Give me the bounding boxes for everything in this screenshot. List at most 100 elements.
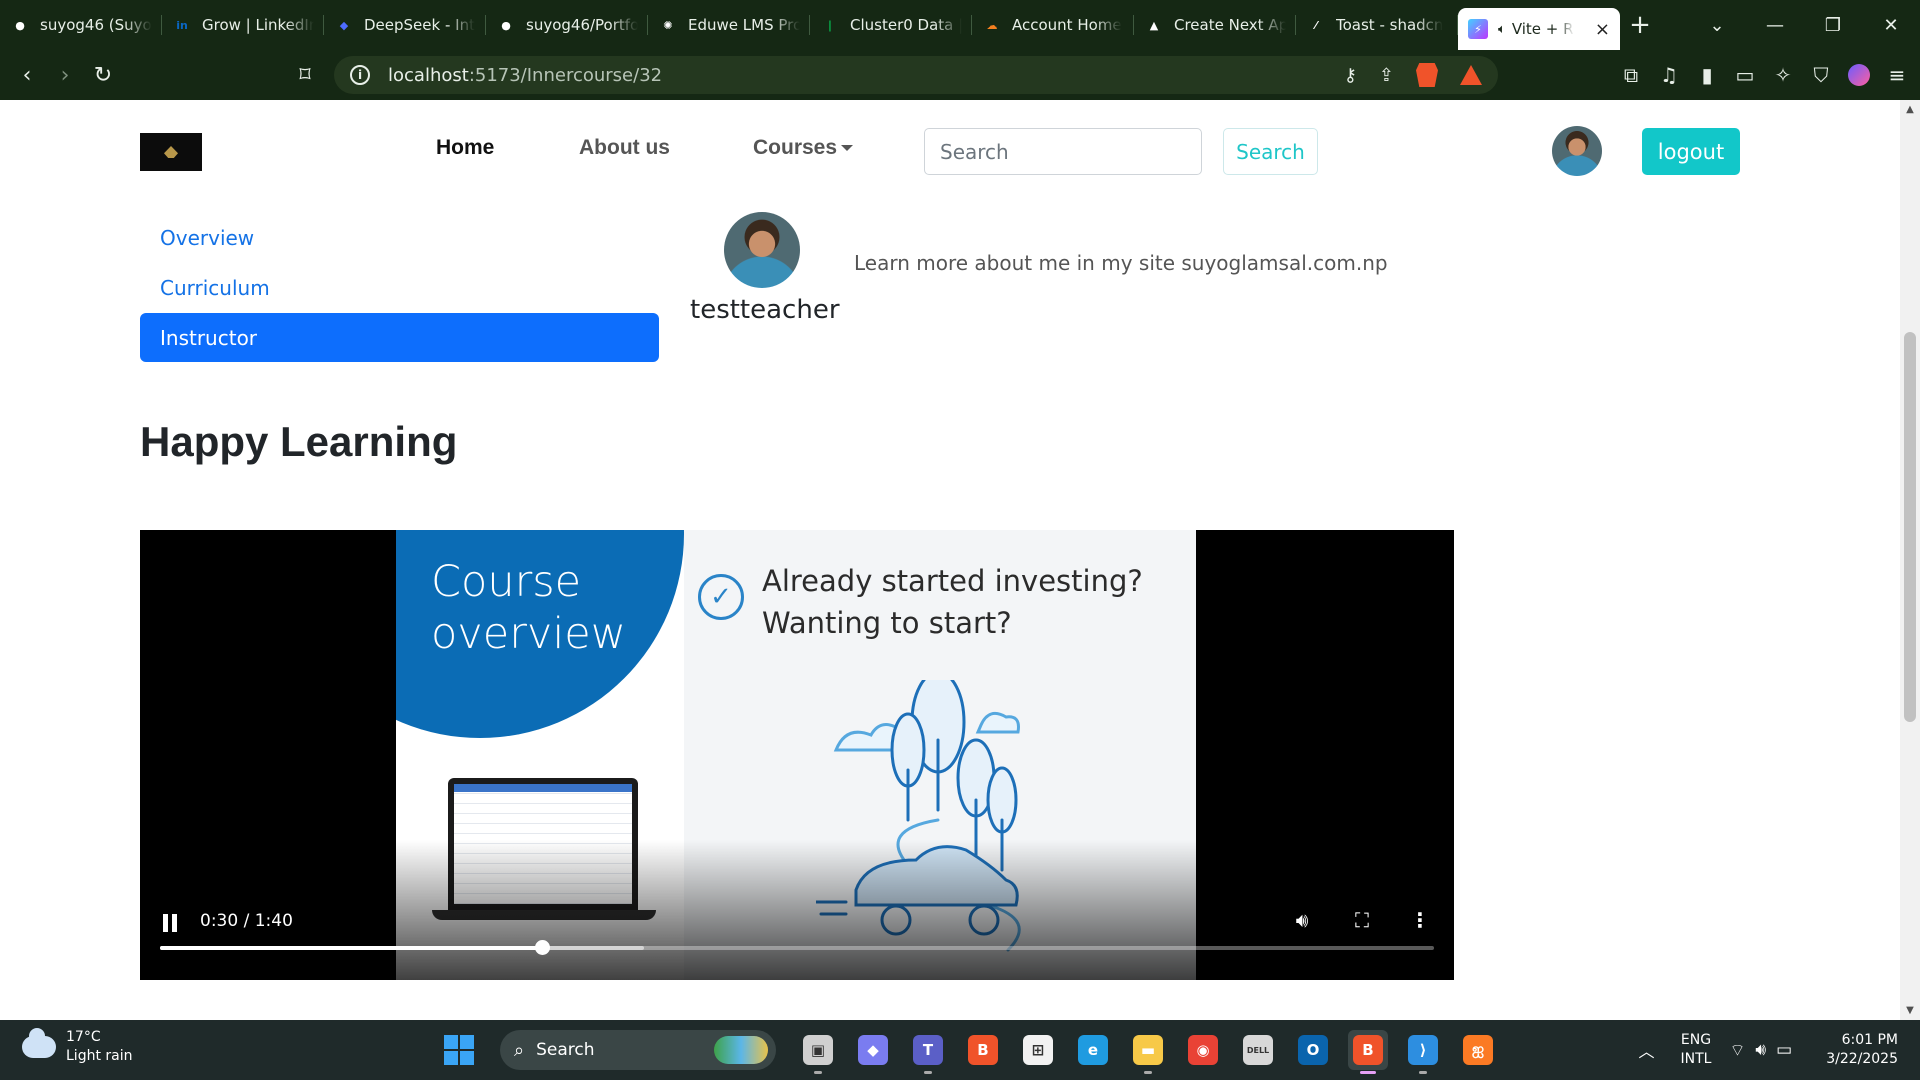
search-input[interactable] bbox=[924, 128, 1202, 175]
close-window-icon[interactable]: ✕ bbox=[1862, 15, 1920, 36]
tab-label: Account Home bbox=[1012, 16, 1122, 34]
taskbar-app-teams[interactable]: T bbox=[908, 1030, 948, 1074]
search-button[interactable]: Search bbox=[1223, 128, 1318, 175]
bookmark-icon[interactable]: ⌑ bbox=[286, 63, 324, 88]
start-windows-icon[interactable] bbox=[444, 1035, 474, 1065]
new-tab-button[interactable]: + bbox=[1620, 10, 1660, 40]
fullscreen-icon[interactable]: ⛶ bbox=[1349, 908, 1375, 932]
taskbar-app-file-explorer[interactable]: ▬ bbox=[1128, 1030, 1168, 1074]
taskbar-app-outlook[interactable]: O bbox=[1293, 1030, 1333, 1070]
tab-7[interactable]: ▲ Create Next Ap bbox=[1134, 0, 1296, 50]
tab-active-label: Vite + R bbox=[1511, 20, 1574, 38]
pause-icon[interactable] bbox=[163, 914, 177, 932]
tab-label: suyog46 (Suyog bbox=[40, 16, 152, 34]
wifi-icon: ⌔ bbox=[1729, 1040, 1746, 1061]
tab-label: suyog46/Portfo bbox=[526, 16, 638, 34]
github-icon: ● bbox=[501, 18, 511, 32]
site-info-icon[interactable]: i bbox=[350, 65, 370, 85]
password-key-icon[interactable]: ⚷ bbox=[1344, 65, 1357, 86]
sidebar-item-curriculum[interactable]: Curriculum bbox=[140, 263, 659, 312]
taskbar-app-microsoft-store[interactable]: ⊞ bbox=[1018, 1030, 1058, 1070]
scroll-up-arrow-icon[interactable]: ▲ bbox=[1900, 104, 1920, 115]
pinned-apps: ▣ ◆ T B ⊞ e ▬ ◉ DELL O B ⟩ ஐ bbox=[798, 1030, 1498, 1074]
leo-ai-icon[interactable] bbox=[1848, 64, 1870, 86]
sidebar-item-instructor[interactable]: Instructor bbox=[140, 313, 659, 362]
weather-widget[interactable]: 17°C Light rain bbox=[22, 1028, 133, 1066]
logout-button[interactable]: logout bbox=[1642, 128, 1740, 175]
tab-label: DeepSeek - Int bbox=[364, 16, 475, 34]
tab-4[interactable]: ✺ Eduwe LMS Pro bbox=[648, 0, 810, 50]
taskbar-app-brave[interactable]: B bbox=[963, 1030, 1003, 1070]
url-text[interactable]: localhost:5173/Innercourse/32 bbox=[388, 65, 662, 86]
tab-1[interactable]: in Grow | LinkedIn bbox=[162, 0, 324, 50]
vpn-shield-icon[interactable]: ⛉ bbox=[1810, 63, 1832, 87]
tab-3[interactable]: ● suyog46/Portfo bbox=[486, 0, 648, 50]
volume-icon[interactable]: 🔊︎ bbox=[1289, 908, 1315, 932]
nav-about[interactable]: About us bbox=[579, 136, 670, 160]
instructor-avatar bbox=[724, 212, 800, 288]
show-hidden-icons-chevron-icon[interactable]: ︿ bbox=[1638, 1038, 1654, 1062]
restore-icon[interactable]: ❐ bbox=[1804, 15, 1862, 36]
brave-beta-icon: B bbox=[1353, 1035, 1383, 1065]
language-indicator[interactable]: ENG INTL bbox=[1680, 1031, 1711, 1069]
video-progress-bar[interactable] bbox=[160, 940, 1434, 955]
share-icon[interactable]: ⇪ bbox=[1379, 65, 1394, 86]
tab-6[interactable]: ☁ Account Home bbox=[972, 0, 1134, 50]
brave-rewards-icon[interactable] bbox=[1460, 65, 1482, 85]
taskbar-app-task-view[interactable]: ▣ bbox=[798, 1030, 838, 1074]
scrollbar-thumb[interactable] bbox=[1904, 332, 1916, 722]
tab-active[interactable]: ⚡ 🔈︎ Vite + R × bbox=[1458, 8, 1620, 50]
nav-home[interactable]: Home bbox=[436, 136, 494, 160]
user-avatar[interactable] bbox=[1552, 126, 1602, 176]
outlook-icon: O bbox=[1298, 1035, 1328, 1065]
minimize-icon[interactable]: — bbox=[1746, 15, 1804, 36]
mongodb-icon: ❘ bbox=[825, 18, 835, 32]
system-status[interactable]: ⌔ 🔊︎ ▭ bbox=[1729, 1040, 1792, 1061]
taskbar-app-xampp[interactable]: ஐ bbox=[1458, 1030, 1498, 1070]
slide-question-1: Already started investing? bbox=[762, 564, 1143, 598]
xampp-icon: ஐ bbox=[1463, 1035, 1493, 1065]
taskbar-app-edge[interactable]: e bbox=[1073, 1030, 1113, 1070]
tab-search-chevron-icon[interactable]: ⌄ bbox=[1688, 15, 1746, 36]
sidebar-icon[interactable]: ▮ bbox=[1696, 63, 1718, 87]
tab-5[interactable]: ❘ Cluster0 Data | bbox=[810, 0, 972, 50]
wallet-icon[interactable]: ▭ bbox=[1734, 63, 1756, 87]
scroll-down-arrow-icon[interactable]: ▼ bbox=[1900, 1005, 1920, 1016]
ai-sparkle-icon[interactable]: ✧ bbox=[1772, 63, 1794, 87]
extension-toolbar: ⧉ ♫ ▮ ▭ ✧ ⛉ ≡ bbox=[1620, 50, 1908, 100]
menu-icon[interactable]: ≡ bbox=[1886, 63, 1908, 87]
taskbar-app-chrome[interactable]: ◉ bbox=[1183, 1030, 1223, 1070]
extensions-icon[interactable]: ⧉ bbox=[1620, 63, 1642, 87]
forward-icon[interactable]: › bbox=[46, 63, 84, 88]
video-player[interactable]: Course overview ✓ Already started invest… bbox=[140, 530, 1454, 980]
speaker-icon[interactable]: 🔈︎ bbox=[1498, 22, 1506, 37]
brave-icon: B bbox=[968, 1035, 998, 1065]
clock[interactable]: 6:01 PM 3/22/2025 bbox=[1826, 1031, 1898, 1069]
deepseek-icon: ◆ bbox=[339, 18, 349, 32]
nav-courses-label: Courses bbox=[753, 136, 838, 159]
nav-courses-dropdown[interactable]: Courses bbox=[753, 136, 854, 160]
logo-mark-icon bbox=[164, 146, 178, 158]
sidebar-item-overview[interactable]: Overview bbox=[140, 213, 659, 262]
brave-shields-icon[interactable] bbox=[1416, 63, 1438, 87]
taskbar-app-brave-beta[interactable]: B bbox=[1348, 1030, 1388, 1074]
close-tab-icon[interactable]: × bbox=[1595, 19, 1610, 40]
taskbar-app-copilot[interactable]: ◆ bbox=[853, 1030, 893, 1070]
tab-2[interactable]: ◆ DeepSeek - Int bbox=[324, 0, 486, 50]
address-bar[interactable]: i localhost:5173/Innercourse/32 ⚷ ⇪ bbox=[334, 56, 1498, 94]
taskbar-search[interactable]: ⌕ Search bbox=[500, 1030, 776, 1070]
media-icon[interactable]: ♫ bbox=[1658, 63, 1680, 87]
taskbar-app-vscode[interactable]: ⟩ bbox=[1403, 1030, 1443, 1074]
page-scrollbar[interactable]: ▲ ▼ bbox=[1900, 100, 1920, 1020]
more-options-icon[interactable]: ⋮ bbox=[1407, 908, 1433, 932]
site-logo[interactable] bbox=[140, 133, 202, 171]
back-icon[interactable]: ‹ bbox=[8, 63, 46, 88]
tab-8[interactable]: ⁄ Toast - shadcn bbox=[1296, 0, 1458, 50]
chrome-icon: ◉ bbox=[1188, 1035, 1218, 1065]
instructor-name: testteacher bbox=[690, 295, 840, 325]
taskbar-app-dell[interactable]: DELL bbox=[1238, 1030, 1278, 1070]
tab-0[interactable]: ● suyog46 (Suyog bbox=[0, 0, 162, 50]
openai-icon: ✺ bbox=[663, 18, 673, 32]
reload-icon[interactable]: ↻ bbox=[84, 63, 122, 88]
shadcn-icon: ⁄ bbox=[1315, 18, 1317, 32]
